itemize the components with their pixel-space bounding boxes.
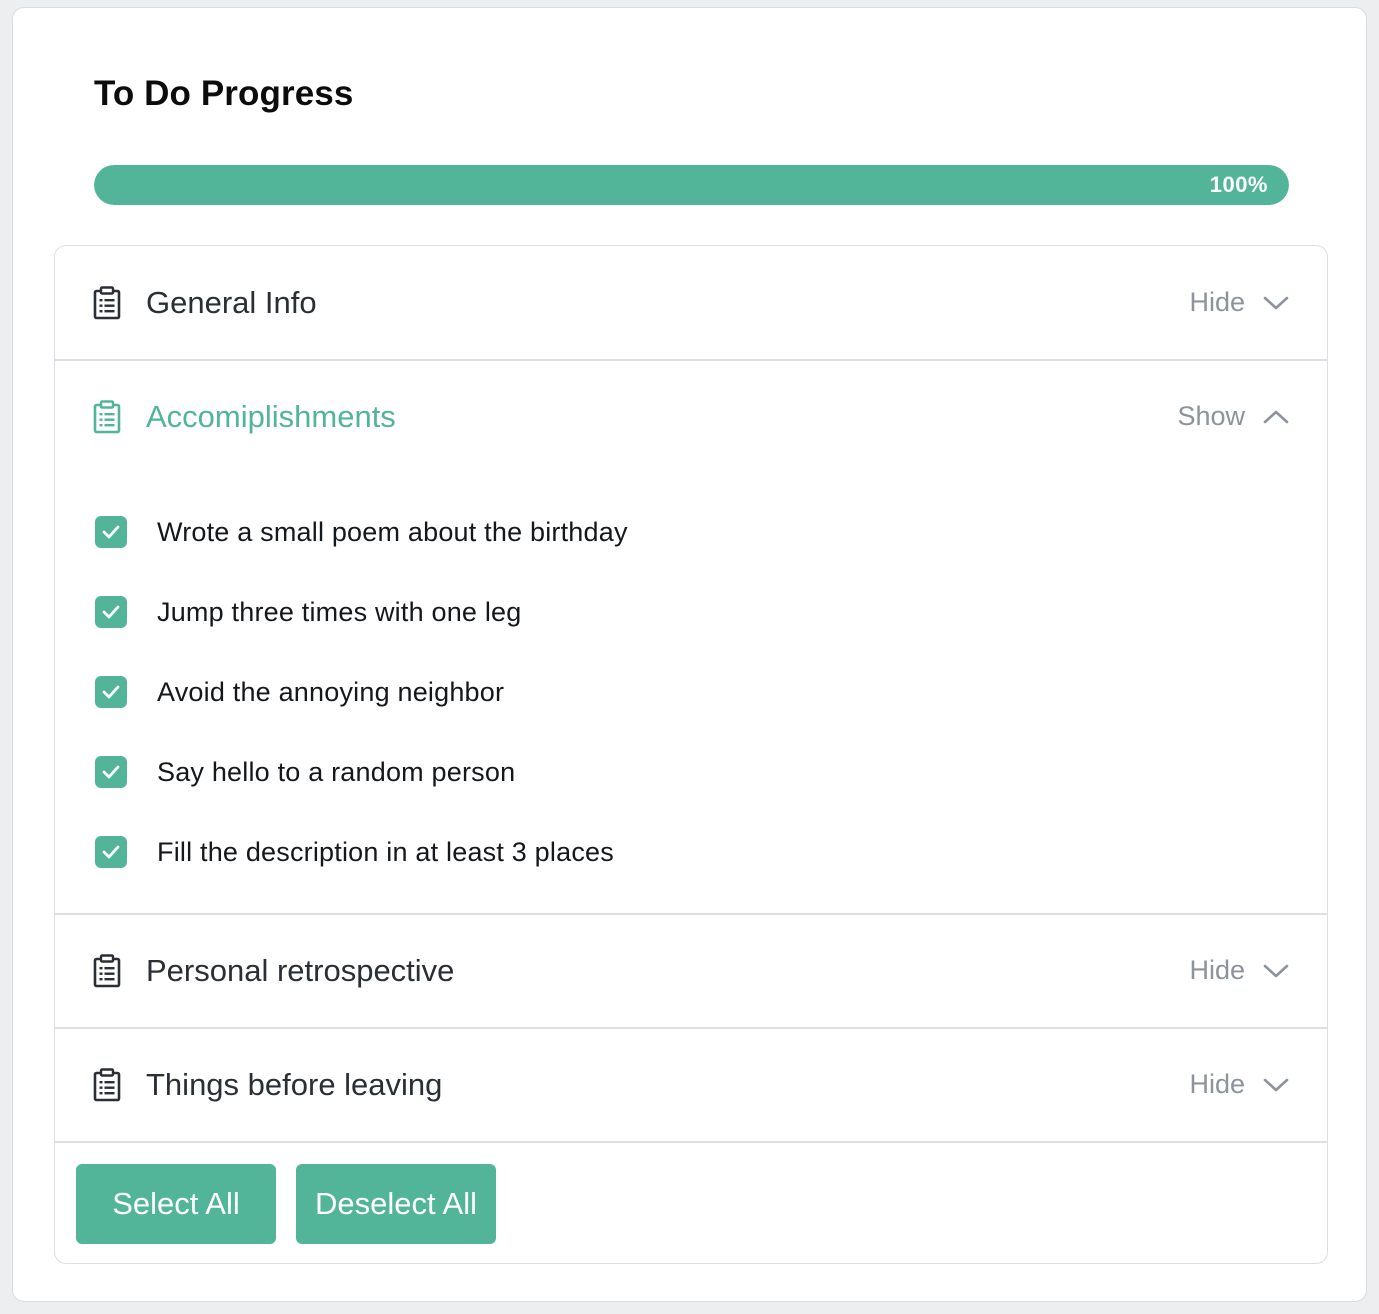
task-label: Say hello to a random person: [157, 756, 516, 787]
toggle-label: Hide: [1189, 955, 1245, 985]
section-title: Personal retrospective: [146, 952, 455, 988]
chevron-down-icon: [1263, 964, 1289, 977]
chevron-down-icon: [1263, 1078, 1289, 1091]
section-header-general-info[interactable]: General Info Hide: [55, 246, 1327, 359]
section-toggle[interactable]: Hide: [1189, 287, 1289, 318]
task-label: Wrote a small poem about the birthday: [157, 516, 628, 547]
progress-fill: 100%: [94, 165, 1289, 205]
section-header-accomplishments[interactable]: Accomiplishments Show: [55, 360, 1327, 473]
clipboard-icon: [93, 953, 121, 987]
clipboard-icon: [93, 285, 121, 319]
section-title: Things before leaving: [146, 1066, 443, 1102]
chevron-down-icon: [1263, 296, 1289, 309]
progress-bar: 100%: [94, 165, 1289, 205]
section-toggle[interactable]: Show: [1177, 401, 1289, 432]
task-label: Avoid the annoying neighbor: [157, 676, 505, 707]
section-toggle[interactable]: Hide: [1189, 955, 1289, 986]
task-item: Jump three times with one leg: [95, 595, 521, 629]
task-checkbox[interactable]: [95, 596, 127, 628]
task-item: Say hello to a random person: [95, 755, 515, 789]
toggle-label: Hide: [1189, 287, 1245, 317]
check-icon: [102, 685, 120, 699]
section-header-things-before-leaving[interactable]: Things before leaving Hide: [55, 1028, 1327, 1141]
progress-label: 100%: [1209, 172, 1268, 197]
task-item: Fill the description in at least 3 place…: [95, 835, 614, 869]
task-item: Wrote a small poem about the birthday: [95, 515, 628, 549]
task-checkbox[interactable]: [95, 676, 127, 708]
deselect-all-button[interactable]: Deselect All: [296, 1164, 496, 1244]
task-checkbox[interactable]: [95, 756, 127, 788]
page-title: To Do Progress: [94, 74, 354, 113]
check-icon: [102, 605, 120, 619]
section-toggle[interactable]: Hide: [1189, 1069, 1289, 1100]
chevron-up-icon: [1263, 410, 1289, 423]
section-title: Accomiplishments: [146, 398, 396, 434]
clipboard-icon: [93, 1067, 121, 1101]
todo-progress-card: To Do Progress 100% General Info Hide Ac…: [12, 7, 1367, 1302]
check-icon: [102, 765, 120, 779]
section-divider: [55, 1141, 1327, 1143]
section-title: General Info: [146, 284, 317, 320]
toggle-label: Hide: [1189, 1069, 1245, 1099]
task-checkbox[interactable]: [95, 836, 127, 868]
toggle-label: Show: [1177, 401, 1245, 431]
task-label: Fill the description in at least 3 place…: [157, 836, 614, 867]
check-icon: [102, 845, 120, 859]
task-checkbox[interactable]: [95, 516, 127, 548]
check-icon: [102, 525, 120, 539]
sections-panel: General Info Hide Accomiplishments Show …: [54, 245, 1328, 1264]
section-header-personal-retrospective[interactable]: Personal retrospective Hide: [55, 914, 1327, 1027]
select-all-button[interactable]: Select All: [76, 1164, 276, 1244]
clipboard-icon: [93, 399, 121, 433]
task-item: Avoid the annoying neighbor: [95, 675, 504, 709]
task-label: Jump three times with one leg: [157, 596, 522, 627]
